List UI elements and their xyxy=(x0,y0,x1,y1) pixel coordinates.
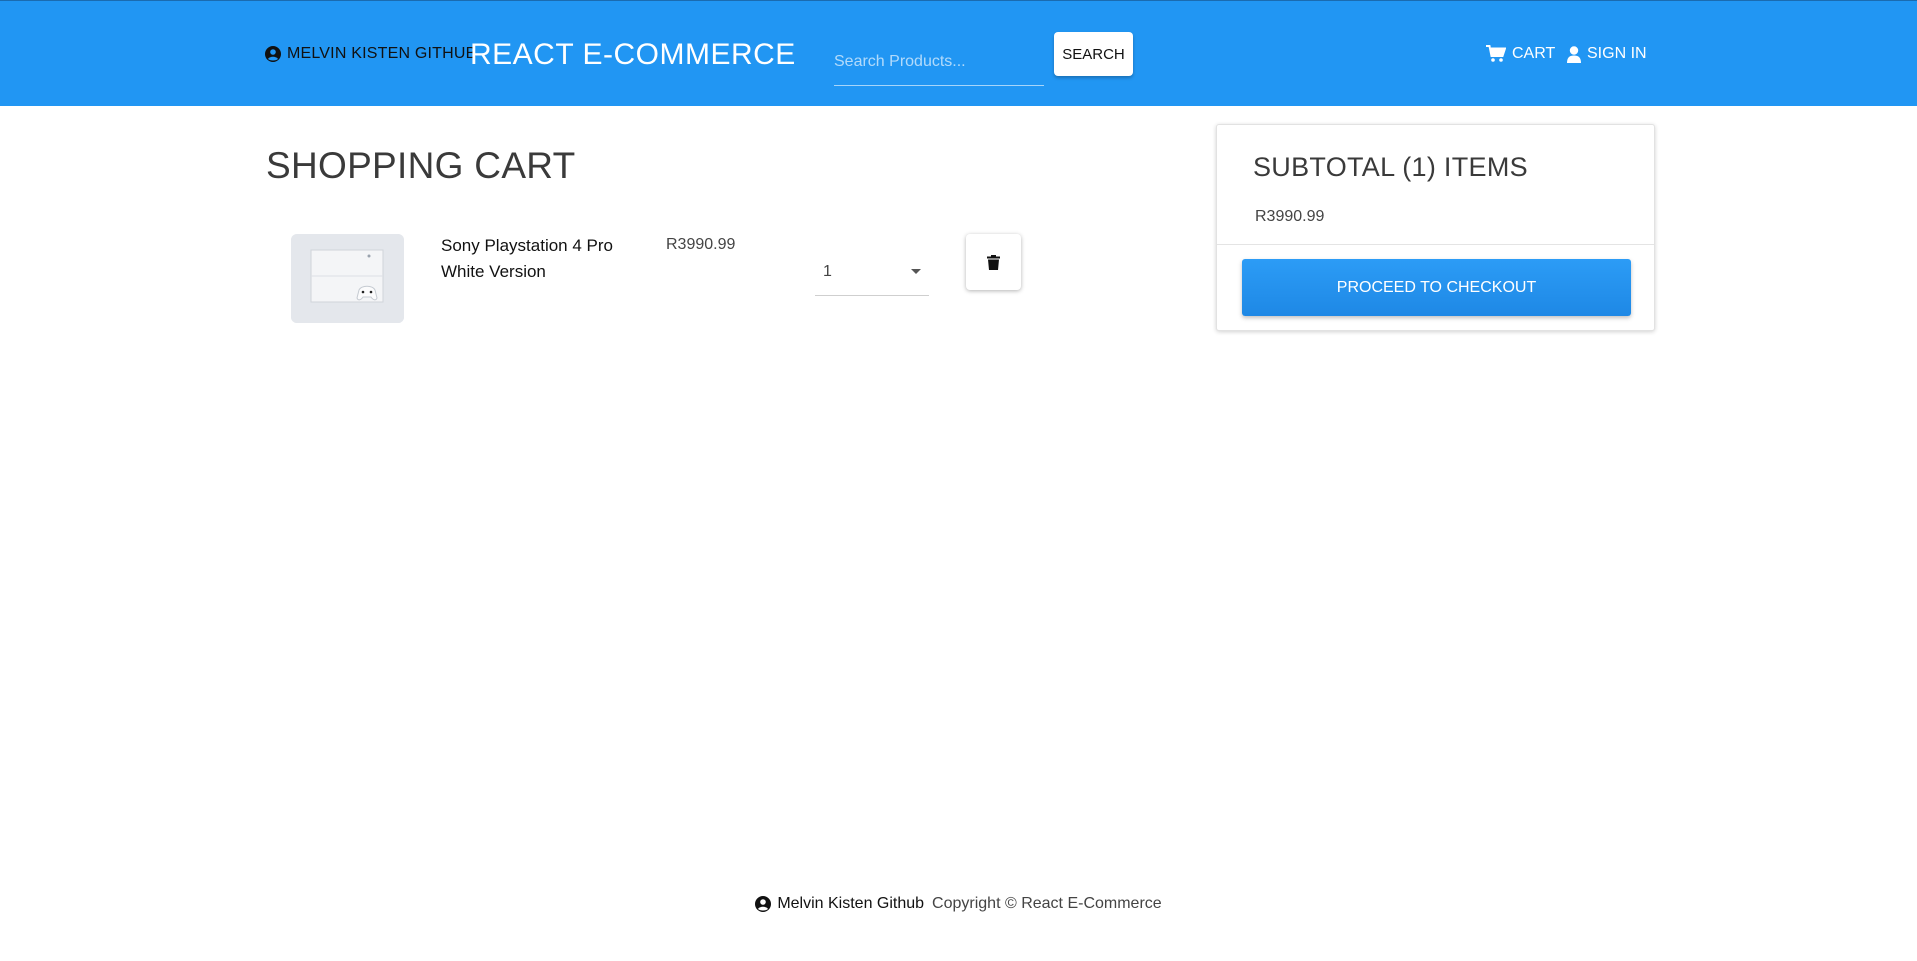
chevron-down-icon xyxy=(911,269,921,274)
shopping-cart-icon xyxy=(1486,45,1506,62)
nav-cart-label: CART xyxy=(1512,45,1556,62)
quantity-select[interactable]: 1 xyxy=(815,248,929,296)
nav-signin-link[interactable]: SIGN IN xyxy=(1567,45,1647,63)
footer-copyright: Copyright © React E-Commerce xyxy=(932,895,1162,912)
product-price: R3990.99 xyxy=(666,236,736,253)
summary-divider xyxy=(1217,244,1654,245)
subtotal-title: SUBTOTAL (1) ITEMS xyxy=(1253,152,1528,182)
quantity-value: 1 xyxy=(823,262,832,280)
subtotal-amount: R3990.99 xyxy=(1255,208,1325,225)
trash-icon xyxy=(987,254,1000,270)
proceed-to-checkout-button[interactable]: PROCEED TO CHECKOUT xyxy=(1242,259,1631,316)
github-link-label: MELVIN KISTEN GITHUB xyxy=(287,45,477,62)
playstation-product-image[interactable] xyxy=(291,234,404,323)
brand-title[interactable]: REACT E-COMMERCE xyxy=(470,38,796,72)
nav-cart-link[interactable]: CART xyxy=(1486,45,1555,63)
order-summary-card: SUBTOTAL (1) ITEMS R3990.99 PROCEED TO C… xyxy=(1216,124,1655,331)
user-circle-icon xyxy=(755,896,772,912)
user-icon xyxy=(1567,45,1581,63)
user-circle-icon xyxy=(265,46,281,62)
github-link[interactable]: MELVIN KISTEN GITHUB xyxy=(265,45,477,63)
page-title: SHOPPING CART xyxy=(266,145,576,186)
footer-github-link[interactable]: Melvin Kisten Github xyxy=(755,895,924,913)
product-name-link[interactable]: Sony Playstation 4 Pro White Version xyxy=(441,233,641,285)
nav-signin-label: SIGN IN xyxy=(1587,45,1647,62)
remove-item-button[interactable] xyxy=(966,234,1021,290)
footer: Melvin Kisten Github Copyright © React E… xyxy=(0,895,1917,913)
search-input[interactable] xyxy=(834,38,1044,86)
footer-github-label: Melvin Kisten Github xyxy=(777,895,925,912)
top-navbar: MELVIN KISTEN GITHUB REACT E-COMMERCE SE… xyxy=(0,0,1917,106)
search-button[interactable]: SEARCH xyxy=(1054,32,1133,76)
